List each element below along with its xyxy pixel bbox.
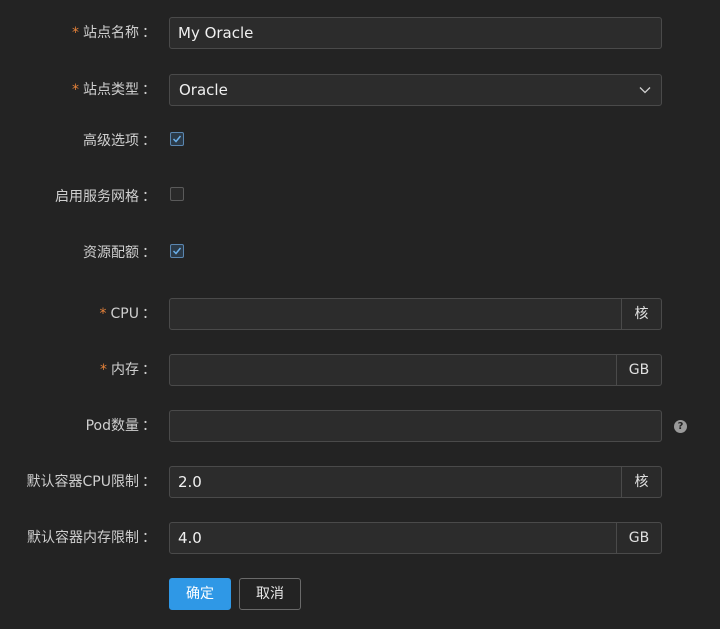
question-circle-icon[interactable]: ? [674,420,687,433]
default-memory-limit-unit: GB [617,522,662,554]
check-icon [172,135,182,143]
memory-input[interactable] [169,354,617,386]
site-type-value: Oracle [179,81,228,99]
service-mesh-checkbox[interactable] [170,187,184,201]
default-cpu-limit-label: 默认容器CPU限制： [26,474,156,490]
memory-label: * 内存： [100,362,156,378]
confirm-button[interactable]: 确定 [169,578,231,610]
required-mark: * [72,25,79,41]
chevron-down-icon [639,87,651,94]
service-mesh-label: 启用服务网格： [55,189,156,205]
default-cpu-limit-unit: 核 [622,466,662,498]
default-memory-limit-label: 默认容器内存限制： [27,530,156,546]
resource-quota-label: 资源配额： [83,245,156,261]
required-mark: * [99,306,107,322]
required-mark: * [100,362,107,378]
required-mark: * [72,82,79,98]
default-memory-limit-input[interactable] [169,522,617,554]
site-type-label: * 站点类型： [72,82,156,98]
cpu-input[interactable] [169,298,622,330]
cpu-unit: 核 [622,298,662,330]
site-type-select[interactable]: Oracle [169,74,662,106]
pod-count-label: Pod数量： [85,418,156,434]
cpu-label: * CPU： [99,306,156,322]
advanced-options-label: 高级选项： [83,133,156,149]
pod-count-input[interactable] [169,410,662,442]
cancel-button[interactable]: 取消 [239,578,301,610]
default-cpu-limit-input[interactable] [169,466,622,498]
resource-quota-checkbox[interactable] [170,244,184,258]
site-form: *站点名称： *站点类型： Oracle 高级选项： 启用服务网格： [0,0,720,629]
site-name-input[interactable] [169,17,662,49]
site-name-label: * 站点名称： [72,25,156,41]
advanced-options-checkbox[interactable] [170,132,184,146]
check-icon [172,247,182,255]
memory-unit: GB [617,354,662,386]
